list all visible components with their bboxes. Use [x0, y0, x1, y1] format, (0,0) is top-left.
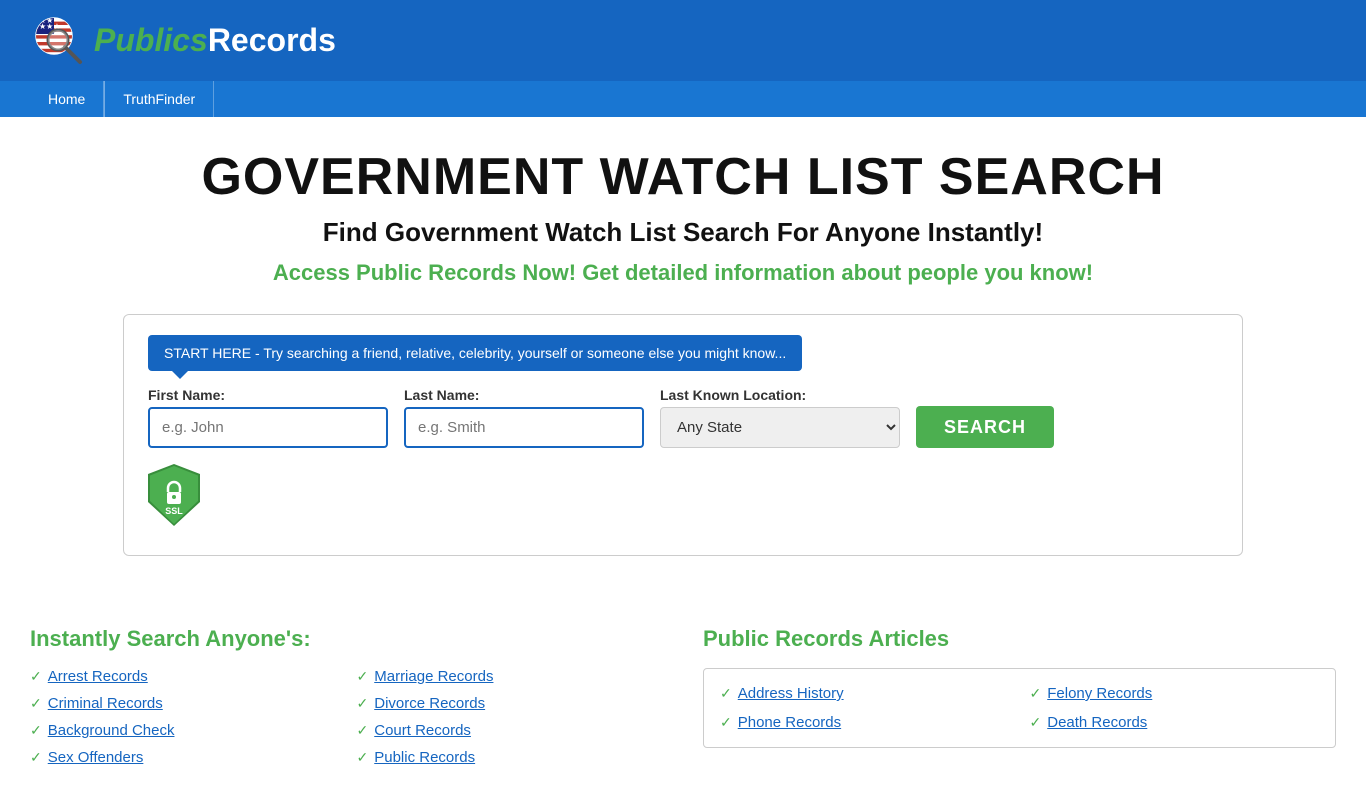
article-link-felony-records[interactable]: Felony Records	[1047, 685, 1152, 702]
record-link-court-records[interactable]: Court Records	[374, 722, 471, 739]
state-select[interactable]: Any StateAlabamaAlaskaArizonaArkansasCal…	[660, 407, 900, 448]
list-item: ✓ Criminal Records	[30, 695, 337, 712]
list-item: ✓ Divorce Records	[357, 695, 664, 712]
search-tooltip: START HERE - Try searching a friend, rel…	[148, 335, 802, 371]
article-link-address-history[interactable]: Address History	[738, 685, 844, 702]
svg-text:★★: ★★	[39, 16, 53, 25]
record-link-public-records[interactable]: Public Records	[374, 749, 475, 766]
check-icon: ✓	[720, 685, 732, 702]
list-item: ✓ Marriage Records	[357, 668, 664, 685]
main-content: GOVERNMENT WATCH LIST SEARCH Find Govern…	[0, 117, 1366, 606]
instantly-section: Instantly Search Anyone's: ✓ Arrest Recor…	[30, 626, 663, 766]
ssl-label: SSL	[148, 506, 200, 516]
article-link-phone-records[interactable]: Phone Records	[738, 714, 841, 731]
record-link-sex-offenders[interactable]: Sex Offenders	[48, 749, 144, 766]
articles-heading: Public Records Articles	[703, 626, 1336, 652]
check-icon: ✓	[1030, 685, 1042, 702]
bottom-section: Instantly Search Anyone's: ✓ Arrest Recor…	[0, 606, 1366, 786]
nav-home[interactable]: Home	[30, 81, 104, 117]
articles-section: Public Records Articles ✓ Address History…	[703, 626, 1336, 766]
instantly-heading: Instantly Search Anyone's:	[30, 626, 663, 652]
list-item: ✓ Arrest Records	[30, 668, 337, 685]
header: ★★★ ★★ PublicsRecords	[0, 0, 1366, 80]
logo-text: PublicsRecords	[94, 22, 336, 59]
first-name-group: First Name:	[148, 387, 388, 448]
check-icon: ✓	[30, 668, 42, 685]
logo-icon: ★★★ ★★	[30, 12, 86, 68]
last-name-group: Last Name:	[404, 387, 644, 448]
check-icon: ✓	[357, 695, 369, 712]
records-list: ✓ Arrest Records ✓ Marriage Records ✓ Crimina…	[30, 668, 663, 766]
check-icon: ✓	[1030, 714, 1042, 731]
record-link-criminal-records[interactable]: Criminal Records	[48, 695, 163, 712]
list-item: ✓ Sex Offenders	[30, 749, 337, 766]
check-icon: ✓	[357, 722, 369, 739]
logo-publics: Publics	[94, 22, 208, 58]
list-item: ✓ Public Records	[357, 749, 664, 766]
ssl-badge: SSL	[148, 464, 200, 526]
record-link-arrest-records[interactable]: Arrest Records	[48, 668, 148, 685]
list-item: ✓ Felony Records	[1030, 685, 1320, 702]
last-name-label: Last Name:	[404, 387, 644, 403]
record-link-divorce-records[interactable]: Divorce Records	[374, 695, 485, 712]
nav-truthfinder[interactable]: TruthFinder	[105, 81, 214, 117]
ssl-shield-icon	[148, 464, 200, 526]
logo-area: ★★★ ★★ PublicsRecords	[30, 12, 336, 68]
check-icon: ✓	[30, 695, 42, 712]
navbar: Home TruthFinder	[0, 80, 1366, 117]
search-button[interactable]: SEARCH	[916, 406, 1054, 448]
search-fields: First Name: Last Name: Last Known Locati…	[148, 387, 1218, 448]
location-group: Last Known Location: Any StateAlabamaAla…	[660, 387, 900, 448]
check-icon: ✓	[357, 668, 369, 685]
list-item: ✓ Phone Records	[720, 714, 1010, 731]
hero-title: GOVERNMENT WATCH LIST SEARCH	[30, 147, 1336, 207]
articles-box: ✓ Address History ✓ Felony Records ✓ Phone Re…	[703, 668, 1336, 748]
hero-subtitle: Find Government Watch List Search For An…	[30, 217, 1336, 248]
list-item: ✓ Background Check	[30, 722, 337, 739]
check-icon: ✓	[720, 714, 732, 731]
logo-records: Records	[208, 22, 336, 58]
search-container: START HERE - Try searching a friend, rel…	[123, 314, 1243, 556]
record-link-background-check[interactable]: Background Check	[48, 722, 175, 739]
article-link-death-records[interactable]: Death Records	[1047, 714, 1147, 731]
list-item: ✓ Address History	[720, 685, 1010, 702]
articles-list: ✓ Address History ✓ Felony Records ✓ Phone Re…	[720, 685, 1319, 731]
first-name-input[interactable]	[148, 407, 388, 448]
check-icon: ✓	[357, 749, 369, 766]
location-label: Last Known Location:	[660, 387, 900, 403]
record-link-marriage-records[interactable]: Marriage Records	[374, 668, 493, 685]
first-name-label: First Name:	[148, 387, 388, 403]
last-name-input[interactable]	[404, 407, 644, 448]
check-icon: ✓	[30, 749, 42, 766]
list-item: ✓ Death Records	[1030, 714, 1320, 731]
check-icon: ✓	[30, 722, 42, 739]
list-item: ✓ Court Records	[357, 722, 664, 739]
hero-access-text: Access Public Records Now! Get detailed …	[30, 260, 1336, 286]
